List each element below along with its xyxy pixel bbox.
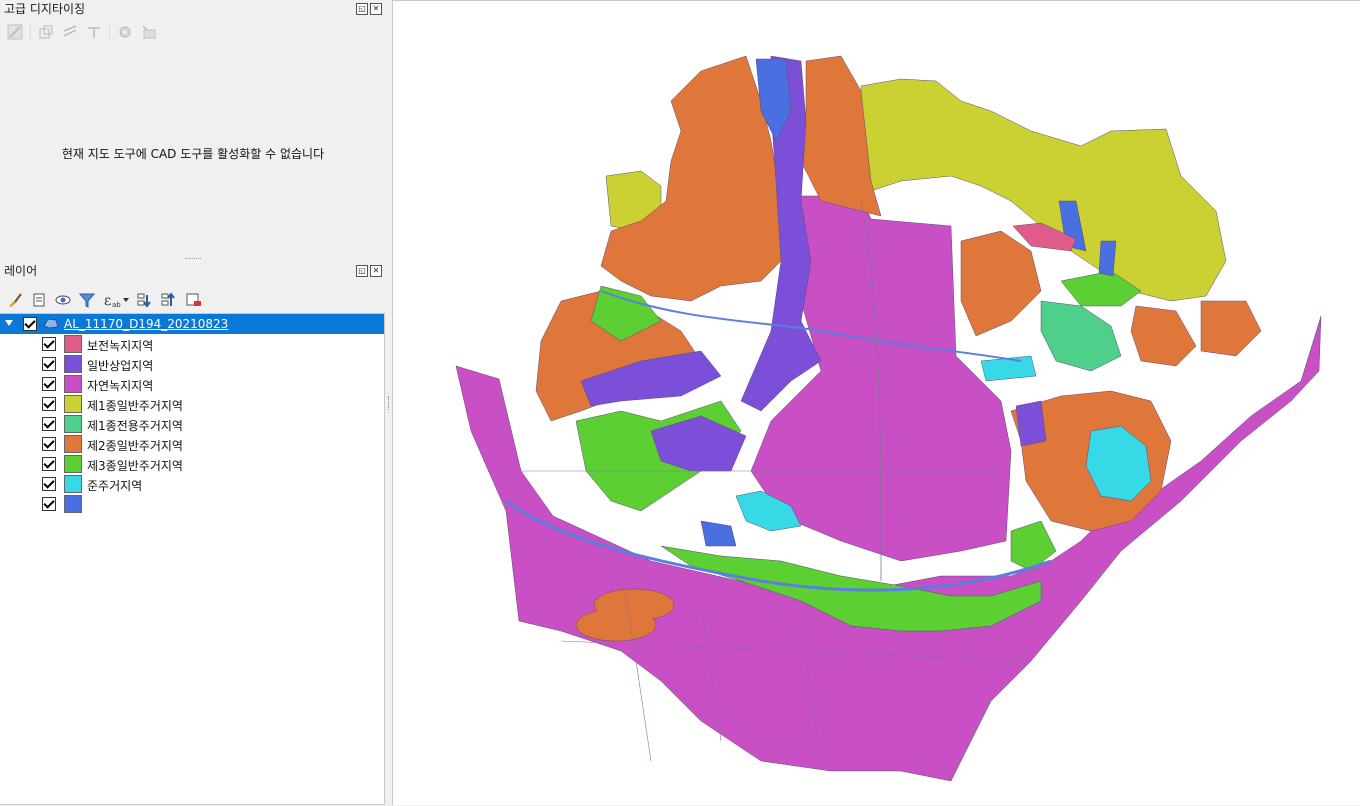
legend-class-label: 보전녹지지역	[87, 339, 154, 353]
layer-row[interactable]: AL_11170_D194_20210823	[0, 314, 384, 334]
construction-icon[interactable]	[37, 23, 55, 41]
expression-filter-icon[interactable]: ε ab	[102, 291, 130, 309]
class-visibility-checkbox[interactable]	[42, 457, 56, 471]
digitizing-panel-body: 현재 지도 도구에 CAD 도구를 활성화할 수 없습니다	[0, 46, 386, 256]
legend-swatch	[64, 335, 82, 353]
panel-title: 레이어	[4, 264, 38, 278]
legend-swatch	[64, 495, 82, 513]
legend-class-label: 준주거지역	[87, 479, 143, 493]
parallel-icon[interactable]	[61, 23, 79, 41]
zone-res2-general	[1200, 300, 1262, 357]
polygon-layer-icon	[43, 318, 59, 329]
toolbar-separator	[30, 24, 31, 40]
panel-title-bar: 고급 디지타이징 ◱ ✕	[0, 0, 386, 18]
legend-class-row[interactable]: 보전녹지지역	[0, 334, 384, 354]
float-panel-button[interactable]: ◱	[356, 3, 368, 15]
class-visibility-checkbox[interactable]	[42, 377, 56, 391]
legend-class-label: 자연녹지지역	[87, 379, 154, 393]
class-visibility-checkbox[interactable]	[42, 477, 56, 491]
add-group-icon[interactable]	[30, 291, 48, 309]
zone-res2-general	[1130, 305, 1197, 367]
expand-all-icon[interactable]	[136, 291, 154, 309]
legend-class-row[interactable]: 제1종전용주거지역	[0, 414, 384, 434]
legend-swatch	[64, 475, 82, 493]
legend-class-label: 제2종일반주거지역	[87, 439, 183, 453]
settings-icon[interactable]	[116, 23, 134, 41]
zone-general-commercial	[1015, 400, 1047, 447]
close-panel-button[interactable]: ✕	[370, 265, 382, 277]
collapse-arrow-icon[interactable]	[5, 320, 13, 326]
layer-name: AL_11170_D194_20210823	[64, 317, 229, 331]
legend-swatch	[64, 375, 82, 393]
legend-class-row[interactable]: 준주거지역	[0, 474, 384, 494]
class-visibility-checkbox[interactable]	[42, 417, 56, 431]
legend-class-row[interactable]: 제2종일반주거지역	[0, 434, 384, 454]
zone-unnamed-blue	[1098, 240, 1117, 277]
visibility-eye-icon[interactable]	[54, 291, 72, 309]
legend-swatch	[64, 395, 82, 413]
legend-class-label: 제1종일반주거지역	[87, 399, 183, 413]
map-canvas[interactable]	[392, 0, 1360, 805]
zone-res2-general	[960, 230, 1042, 337]
perpendicular-icon[interactable]	[85, 23, 103, 41]
svg-text:ε: ε	[104, 293, 111, 309]
style-brush-icon[interactable]	[6, 291, 24, 309]
legend-class-row[interactable]: 제1종일반주거지역	[0, 394, 384, 414]
layer-tree: AL_11170_D194_20210823 보전녹지지역일반상업지역자연녹지지…	[0, 313, 385, 805]
panel-title: 고급 디지타이징	[4, 2, 86, 16]
layers-toolbar: ε ab	[0, 286, 386, 314]
class-visibility-checkbox[interactable]	[42, 357, 56, 371]
legend-class-label: 제1종전용주거지역	[87, 419, 183, 433]
legend-class-label: 제3종일반주거지역	[87, 459, 183, 473]
digitizing-toolbar	[0, 18, 386, 46]
collapse-all-icon[interactable]	[160, 291, 178, 309]
class-visibility-checkbox[interactable]	[42, 337, 56, 351]
zone-res1-exclusive	[1040, 300, 1122, 372]
remove-layer-icon[interactable]	[184, 291, 202, 309]
legend-swatch	[64, 435, 82, 453]
legend-class-label: 일반상업지역	[87, 359, 154, 373]
zoning-map	[455, 55, 1322, 782]
close-panel-button[interactable]: ✕	[370, 3, 382, 15]
legend-class-row[interactable]	[0, 494, 384, 514]
toolbar-separator	[109, 24, 110, 40]
cad-toggle-icon[interactable]	[6, 23, 24, 41]
zone-unnamed-blue	[700, 520, 737, 547]
cad-disabled-message: 현재 지도 도구에 CAD 도구를 활성화할 수 없습니다	[61, 147, 325, 161]
filter-icon[interactable]	[78, 291, 96, 309]
class-visibility-checkbox[interactable]	[42, 437, 56, 451]
layers-panel: 레이어 ◱ ✕ ε ab AL_11170_D194_20210823 보전녹지…	[0, 262, 386, 805]
class-visibility-checkbox[interactable]	[42, 497, 56, 511]
class-visibility-checkbox[interactable]	[42, 397, 56, 411]
legend-class-row[interactable]: 일반상업지역	[0, 354, 384, 374]
floater-icon[interactable]	[140, 23, 158, 41]
layer-visibility-checkbox[interactable]	[23, 317, 37, 331]
float-panel-button[interactable]: ◱	[356, 265, 368, 277]
legend-swatch	[64, 455, 82, 473]
svg-text:ab: ab	[112, 301, 121, 309]
panel-title-bar: 레이어 ◱ ✕	[0, 262, 386, 280]
legend-swatch	[64, 355, 82, 373]
legend-class-row[interactable]: 자연녹지지역	[0, 374, 384, 394]
legend-class-row[interactable]: 제3종일반주거지역	[0, 454, 384, 474]
legend-swatch	[64, 415, 82, 433]
